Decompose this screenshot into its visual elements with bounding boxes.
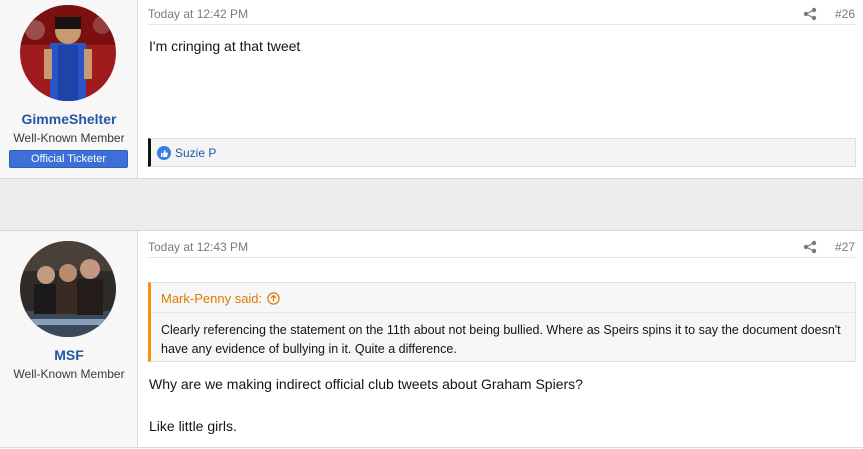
quote-author-link[interactable]: Mark-Penny said: <box>161 291 262 306</box>
arrow-up-circle-icon[interactable] <box>267 292 280 305</box>
avatar[interactable] <box>20 241 116 337</box>
post-number[interactable]: #27 <box>835 240 855 254</box>
quote-text: Clearly referencing the statement on the… <box>161 323 841 356</box>
user-info: GimmeShelter Well-Known Member Official … <box>0 0 138 178</box>
avatar[interactable] <box>20 5 116 101</box>
post-message-line: Like little girls. <box>149 418 237 434</box>
quote-block: Mark-Penny said: Clearly referencing the… <box>148 282 856 362</box>
user-info: MSF Well-Known Member <box>0 231 138 447</box>
username[interactable]: GimmeShelter <box>0 111 138 127</box>
user-title: Well-Known Member <box>13 367 125 381</box>
username[interactable]: MSF <box>0 347 138 363</box>
share-icon[interactable] <box>803 240 817 254</box>
post-meta: Today at 12:43 PM #27 <box>148 240 855 258</box>
post-27: MSF Well-Known Member Today at 12:43 PM … <box>0 230 863 448</box>
user-banner: Official Ticketer <box>9 150 128 168</box>
post-message-line: Why are we making indirect official club… <box>149 376 583 392</box>
quote-header: Mark-Penny said: <box>151 283 855 313</box>
post-date[interactable]: Today at 12:43 PM <box>148 240 248 254</box>
post-main: Today at 12:43 PM #27 Mark-Penny said: C… <box>139 1 863 447</box>
user-title: Well-Known Member <box>13 131 125 145</box>
